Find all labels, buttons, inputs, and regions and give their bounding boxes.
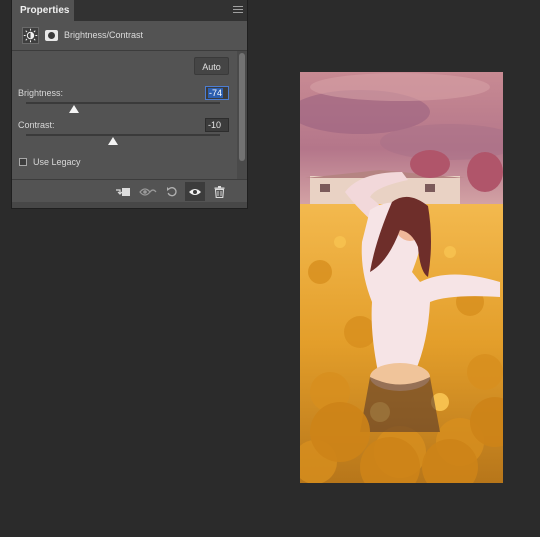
brightness-slider-track[interactable]	[26, 102, 220, 104]
properties-panel: Properties Brightness/Contrast Auto Brig…	[11, 0, 248, 209]
visibility-eye-icon	[189, 188, 201, 195]
view-previous-state-button[interactable]	[138, 182, 158, 201]
photo-girl-in-flower-field	[300, 72, 503, 483]
brightness-contrast-icon	[22, 27, 39, 44]
view-previous-state-icon	[139, 187, 157, 196]
brightness-label: Brightness:	[18, 88, 64, 98]
layer-mask-icon[interactable]	[45, 30, 58, 41]
panel-bottom-edge	[12, 202, 247, 208]
brightness-value-text: -74	[208, 88, 224, 98]
clip-to-layer-button[interactable]	[113, 182, 133, 201]
adjustment-header: Brightness/Contrast	[12, 22, 247, 51]
reset-button[interactable]	[162, 182, 182, 201]
panel-tab-bar: Properties	[12, 0, 247, 21]
clip-to-layer-icon	[116, 187, 130, 196]
brightness-value-field[interactable]: -74	[205, 86, 229, 100]
contrast-value-field[interactable]: -10	[205, 118, 229, 132]
trash-icon	[214, 185, 224, 198]
tab-properties[interactable]: Properties	[12, 0, 74, 21]
adjustment-title: Brightness/Contrast	[64, 30, 144, 40]
delete-button[interactable]	[209, 182, 229, 201]
panel-menu-icon[interactable]	[233, 6, 243, 15]
reset-icon	[167, 186, 177, 196]
toggle-visibility-button[interactable]	[185, 182, 205, 201]
brightness-slider-thumb[interactable]	[68, 105, 79, 113]
canvas-document[interactable]	[300, 72, 503, 483]
auto-button[interactable]: Auto	[194, 57, 229, 75]
scrollbar-thumb[interactable]	[239, 53, 245, 161]
adjustment-controls: Auto Brightness: -74 Contrast: -10 Use L…	[12, 51, 236, 179]
panel-scrollbar[interactable]	[237, 51, 247, 179]
panel-footer	[12, 179, 247, 203]
contrast-slider-track[interactable]	[26, 134, 220, 136]
use-legacy-label: Use Legacy	[33, 157, 81, 167]
use-legacy-checkbox[interactable]	[19, 158, 27, 166]
contrast-label: Contrast:	[18, 120, 55, 130]
contrast-slider-thumb[interactable]	[108, 137, 119, 145]
